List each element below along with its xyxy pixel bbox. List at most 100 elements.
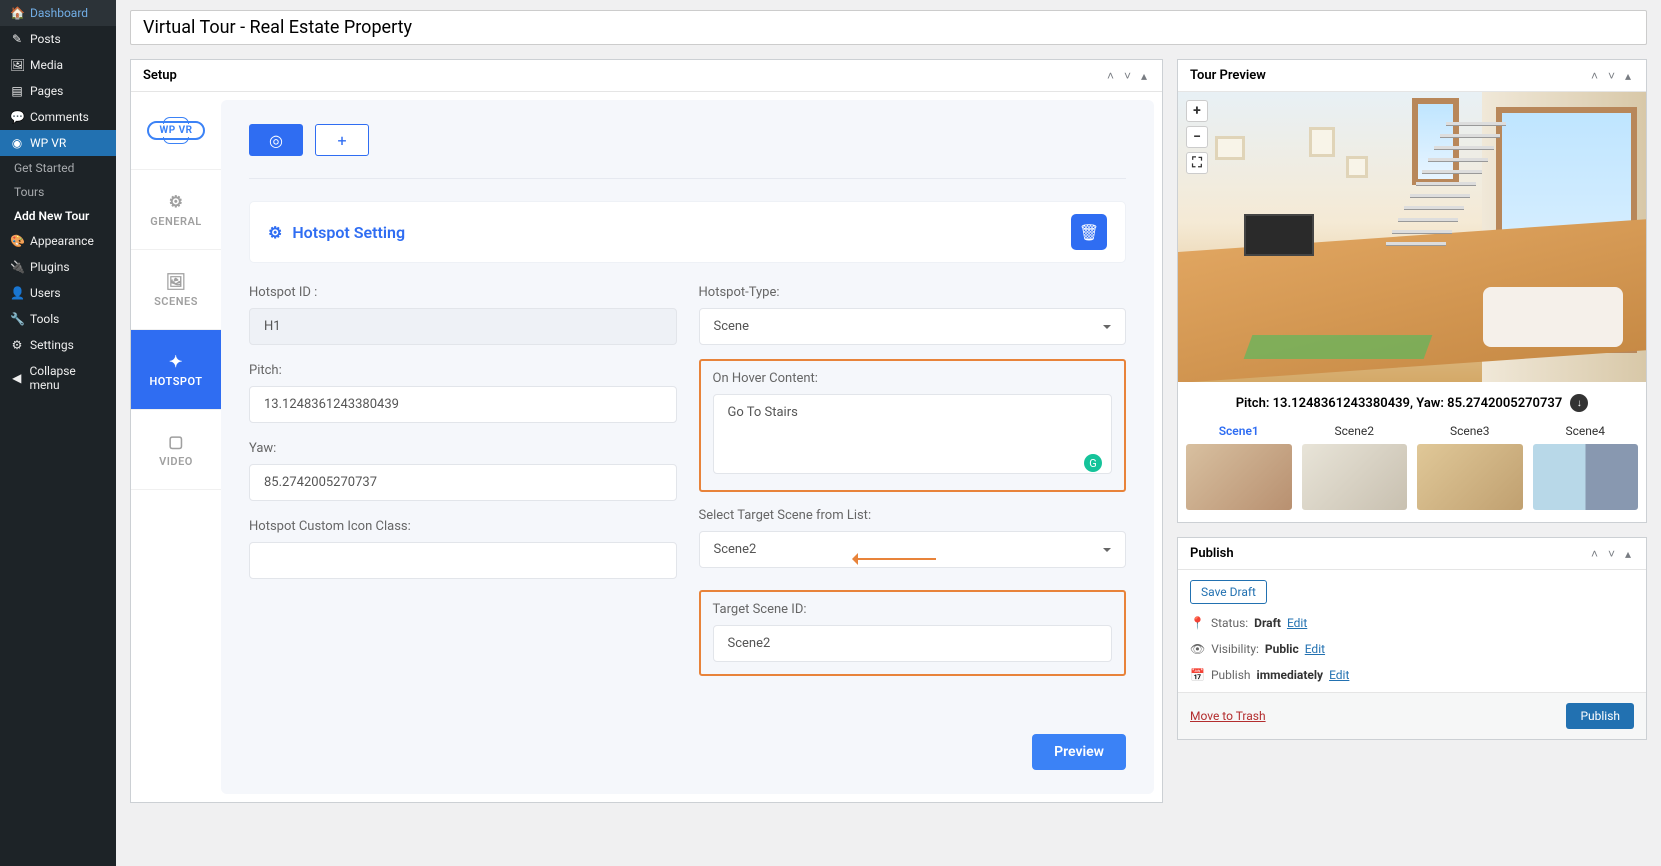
sidebar-label: Pages xyxy=(30,84,63,98)
hotspot-chip-active[interactable]: ◎ xyxy=(249,124,303,156)
wpvr-icon: ◉ xyxy=(10,136,24,150)
setup-title: Setup xyxy=(143,68,177,83)
crosshair-icon: ✦ xyxy=(169,352,183,371)
sidebar-item-pages[interactable]: ▤ Pages xyxy=(0,78,116,104)
scene-thumb-4[interactable]: Scene4 xyxy=(1533,424,1639,510)
status-edit-link[interactable]: Edit xyxy=(1287,616,1307,630)
sidebar-label: Appearance xyxy=(30,234,94,248)
metabox-toggle-icon[interactable]: ▴ xyxy=(1622,69,1634,83)
sidebar-item-dashboard[interactable]: 🏠Dashboard xyxy=(0,0,116,26)
sidebar-item-comments[interactable]: 💬 Comments xyxy=(0,104,116,130)
tab-general[interactable]: ⚙ GENERAL xyxy=(131,170,221,250)
sidebar-item-settings[interactable]: ⚙ Settings xyxy=(0,332,116,358)
tab-logo[interactable]: WP VR xyxy=(131,92,221,170)
hotspot-id-input[interactable] xyxy=(249,308,677,345)
preview-button[interactable]: Preview xyxy=(1032,734,1126,770)
yaw-label: Yaw: xyxy=(249,441,677,456)
comments-icon: 💬 xyxy=(10,110,24,124)
collapse-icon: ◀ xyxy=(10,371,23,385)
schedule-value: immediately xyxy=(1257,668,1324,682)
metabox-up-icon[interactable]: ˄ xyxy=(1588,69,1601,83)
sidebar-label: Posts xyxy=(30,32,61,46)
copy-coords-button[interactable]: ↓ xyxy=(1570,394,1588,412)
visibility-value: Public xyxy=(1265,642,1299,656)
save-draft-button[interactable]: Save Draft xyxy=(1190,580,1267,604)
heading-text: Hotspot Setting xyxy=(292,223,405,242)
main-content: Setup ˄ ˅ ▴ WP VR ⚙ GENERAL xyxy=(116,0,1661,866)
admin-sidebar: 🏠Dashboard ✎ Posts 🖼Media ▤ Pages 💬 Comment… xyxy=(0,0,116,866)
target-scene-id-label: Target Scene ID: xyxy=(713,602,1113,617)
grammarly-icon: G xyxy=(1084,454,1102,472)
pitch-input[interactable] xyxy=(249,386,677,423)
hover-content-highlight: On Hover Content: G xyxy=(699,359,1127,492)
tab-label: GENERAL xyxy=(150,215,201,228)
sidebar-label: Collapse menu xyxy=(29,364,106,392)
hotspot-id-label: Hotspot ID : xyxy=(249,285,677,300)
sidebar-item-wpvr[interactable]: ◉ WP VR xyxy=(0,130,116,156)
sidebar-label: Settings xyxy=(30,338,74,352)
metabox-up-icon[interactable]: ˄ xyxy=(1104,69,1117,83)
visibility-edit-link[interactable]: Edit xyxy=(1305,642,1325,656)
panorama-viewer[interactable]: + − ⛶ xyxy=(1178,92,1646,382)
metabox-down-icon[interactable]: ˅ xyxy=(1605,547,1618,561)
sidebar-item-appearance[interactable]: 🎨Appearance xyxy=(0,228,116,254)
metabox-toggle-icon[interactable]: ▴ xyxy=(1622,547,1634,561)
delete-hotspot-button[interactable]: 🗑 xyxy=(1071,214,1107,250)
metabox-up-icon[interactable]: ˄ xyxy=(1588,547,1601,561)
sidebar-label: Plugins xyxy=(30,260,70,274)
settings-icon: ⚙ xyxy=(10,338,24,352)
tab-video[interactable]: ▢VIDEO xyxy=(131,410,221,490)
sidebar-label: Comments xyxy=(30,110,89,124)
zoom-out-button[interactable]: − xyxy=(1186,126,1208,148)
side-tabs: WP VR ⚙ GENERAL 🖼SCENES ✦HOTSPOT ▢VIDEO xyxy=(131,92,221,802)
visibility-label: Visibility: xyxy=(1211,642,1259,656)
sidebar-item-plugins[interactable]: 🔌Plugins xyxy=(0,254,116,280)
scene-thumb-2[interactable]: Scene2 xyxy=(1302,424,1408,510)
scene-thumbnail-image xyxy=(1533,444,1639,510)
hover-content-input[interactable] xyxy=(713,394,1113,474)
sidebar-item-tools[interactable]: 🔧Tools xyxy=(0,306,116,332)
wpvr-logo-icon: WP VR xyxy=(147,121,204,140)
scene-thumb-1[interactable]: Scene1 xyxy=(1186,424,1292,510)
sidebar-label: Dashboard xyxy=(30,6,88,20)
pin-icon: 📍 xyxy=(1190,616,1205,630)
trash-icon: 🗑 xyxy=(1079,223,1099,242)
fullscreen-button[interactable]: ⛶ xyxy=(1186,152,1208,174)
schedule-edit-link[interactable]: Edit xyxy=(1329,668,1349,682)
zoom-in-button[interactable]: + xyxy=(1186,100,1208,122)
tab-scenes[interactable]: 🖼SCENES xyxy=(131,250,221,330)
scene-thumb-3[interactable]: Scene3 xyxy=(1417,424,1523,510)
image-icon: 🖼 xyxy=(166,272,187,291)
pages-icon: ▤ xyxy=(10,84,24,98)
schedule-label: Publish xyxy=(1211,668,1251,682)
tour-title-input[interactable] xyxy=(130,10,1647,45)
sidebar-sub-get-started[interactable]: Get Started xyxy=(0,156,116,180)
move-to-trash-link[interactable]: Move to Trash xyxy=(1190,709,1266,723)
metabox-down-icon[interactable]: ˅ xyxy=(1605,69,1618,83)
hotspot-chip-add[interactable]: + xyxy=(315,124,369,156)
custom-icon-input[interactable] xyxy=(249,542,677,579)
publish-button[interactable]: Publish xyxy=(1566,703,1634,729)
posts-icon: ✎ xyxy=(10,32,24,46)
sidebar-item-users[interactable]: 👤Users xyxy=(0,280,116,306)
metabox-toggle-icon[interactable]: ▴ xyxy=(1138,69,1150,83)
hotspot-type-select[interactable]: Scene xyxy=(699,308,1127,345)
users-icon: 👤 xyxy=(10,286,24,300)
metabox-down-icon[interactable]: ˅ xyxy=(1121,69,1134,83)
coords-readout: Pitch: 13.1248361243380439, Yaw: 85.2742… xyxy=(1236,396,1563,411)
sidebar-sub-tours[interactable]: Tours xyxy=(0,180,116,204)
yaw-input[interactable] xyxy=(249,464,677,501)
sidebar-item-media[interactable]: 🖼Media xyxy=(0,52,116,78)
sidebar-label: WP VR xyxy=(30,136,66,150)
tour-preview-metabox: Tour Preview ˄ ˅ ▴ xyxy=(1177,59,1647,523)
sidebar-sub-add-new-tour[interactable]: Add New Tour xyxy=(0,204,116,228)
target-scene-id-input[interactable] xyxy=(713,625,1113,662)
setup-metabox: Setup ˄ ˅ ▴ WP VR ⚙ GENERAL xyxy=(130,59,1163,803)
tab-hotspot[interactable]: ✦HOTSPOT xyxy=(131,330,221,410)
sidebar-item-collapse[interactable]: ◀ Collapse menu xyxy=(0,358,116,398)
video-icon: ▢ xyxy=(168,432,184,451)
scene-label: Scene4 xyxy=(1533,424,1639,438)
sidebar-item-posts[interactable]: ✎ Posts xyxy=(0,26,116,52)
gear-icon: ⚙ xyxy=(169,192,184,211)
tools-icon: 🔧 xyxy=(10,312,24,326)
